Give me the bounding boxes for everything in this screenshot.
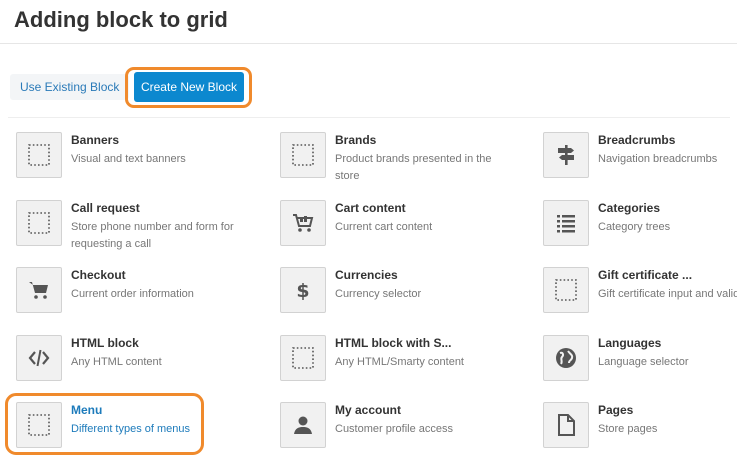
divider bbox=[8, 117, 730, 118]
block-item-description: Gift certificate input and validation bbox=[598, 288, 737, 300]
block-item-menu[interactable]: Menu Different types of menus bbox=[16, 402, 256, 460]
block-item-name: Currencies bbox=[335, 268, 398, 282]
block-item-name: Languages bbox=[598, 335, 662, 350]
globe-icon bbox=[543, 334, 589, 381]
block-item-banners[interactable]: Banners Visual and text banners bbox=[16, 132, 256, 190]
block-item-brands[interactable]: Brands Product brands presented in the st… bbox=[280, 132, 520, 190]
block-item-categories[interactable]: Categories Category trees bbox=[543, 199, 737, 258]
dotted-square-icon bbox=[280, 132, 326, 178]
block-item-name: Cart content bbox=[335, 200, 406, 215]
block-item-description: Navigation breadcrumbs bbox=[598, 153, 718, 165]
block-item-description: Visual and text banners bbox=[71, 153, 186, 165]
cart-full-icon bbox=[280, 199, 326, 246]
block-item-description: Store pages bbox=[598, 423, 658, 435]
block-item-name: Banners bbox=[71, 133, 120, 147]
block-item-name: Pages bbox=[598, 403, 634, 417]
dotted-square-icon bbox=[16, 132, 62, 178]
page-title: Adding block to grid bbox=[14, 7, 228, 32]
tab-create-new-block[interactable]: Create New Block bbox=[134, 72, 244, 102]
block-item-description: Different types of menus bbox=[71, 423, 191, 435]
signpost-icon bbox=[543, 132, 589, 178]
block-item-name: Checkout bbox=[71, 268, 126, 282]
block-item-name: Call request bbox=[71, 200, 140, 215]
block-item-description: Currency selector bbox=[335, 288, 422, 300]
block-item-name: Menu bbox=[71, 403, 103, 417]
block-item-description: Category trees bbox=[598, 220, 671, 233]
block-item-html-block-smarty[interactable]: HTML block with S... Any HTML/Smarty cont… bbox=[280, 334, 520, 393]
block-item-checkout[interactable]: Checkout Current order information bbox=[16, 267, 256, 325]
dotted-square-icon bbox=[16, 402, 62, 448]
block-item-name: Breadcrumbs bbox=[598, 133, 676, 147]
user-icon bbox=[280, 402, 326, 448]
block-item-description: Customer profile access bbox=[335, 423, 453, 435]
list-icon bbox=[543, 199, 589, 246]
block-item-description: Current order information bbox=[71, 288, 194, 300]
block-item-name: Categories bbox=[598, 200, 661, 215]
dollar-icon: $ bbox=[280, 267, 326, 313]
block-item-call-request[interactable]: Call request Store phone number and form … bbox=[16, 199, 256, 258]
block-item-name: HTML block with S... bbox=[335, 335, 452, 350]
block-item-html-block[interactable]: HTML block Any HTML content bbox=[16, 334, 256, 393]
block-item-pages[interactable]: Pages Store pages bbox=[543, 402, 737, 460]
block-item-name: My account bbox=[335, 403, 402, 417]
block-item-name: Gift certificate ... bbox=[598, 268, 693, 282]
block-item-cart-content[interactable]: Cart content Current cart content bbox=[280, 199, 520, 258]
block-item-languages[interactable]: Languages Language selector bbox=[543, 334, 737, 393]
page-icon bbox=[543, 402, 589, 448]
block-item-description: Current cart content bbox=[335, 220, 433, 233]
dotted-square-icon bbox=[543, 267, 589, 313]
block-item-my-account[interactable]: My account Customer profile access bbox=[280, 402, 520, 460]
svg-text:$: $ bbox=[296, 280, 309, 302]
dotted-square-icon bbox=[280, 334, 326, 381]
page-header: Adding block to grid bbox=[0, 0, 737, 44]
block-item-name: Brands bbox=[335, 133, 377, 147]
block-item-breadcrumbs[interactable]: Breadcrumbs Navigation breadcrumbs bbox=[543, 132, 737, 190]
cart-icon bbox=[16, 267, 62, 313]
block-item-description: Store phone number and form for requesti… bbox=[71, 220, 234, 250]
tab-use-existing-block[interactable]: Use Existing Block bbox=[10, 74, 130, 100]
block-item-description: Product brands presented in the store bbox=[335, 153, 492, 182]
block-item-description: Any HTML content bbox=[71, 355, 162, 368]
block-item-gift-certificate[interactable]: Gift certificate ... Gift certificate inp… bbox=[543, 267, 737, 325]
code-icon bbox=[16, 334, 62, 381]
dotted-square-icon bbox=[16, 199, 62, 246]
block-item-currencies[interactable]: $ Currencies Currency selector bbox=[280, 267, 520, 325]
block-item-description: Language selector bbox=[598, 355, 689, 368]
block-item-description: Any HTML/Smarty content bbox=[335, 355, 464, 368]
block-item-name: HTML block bbox=[71, 335, 139, 350]
block-source-tabs: Use Existing Block Create New Block bbox=[0, 58, 737, 114]
